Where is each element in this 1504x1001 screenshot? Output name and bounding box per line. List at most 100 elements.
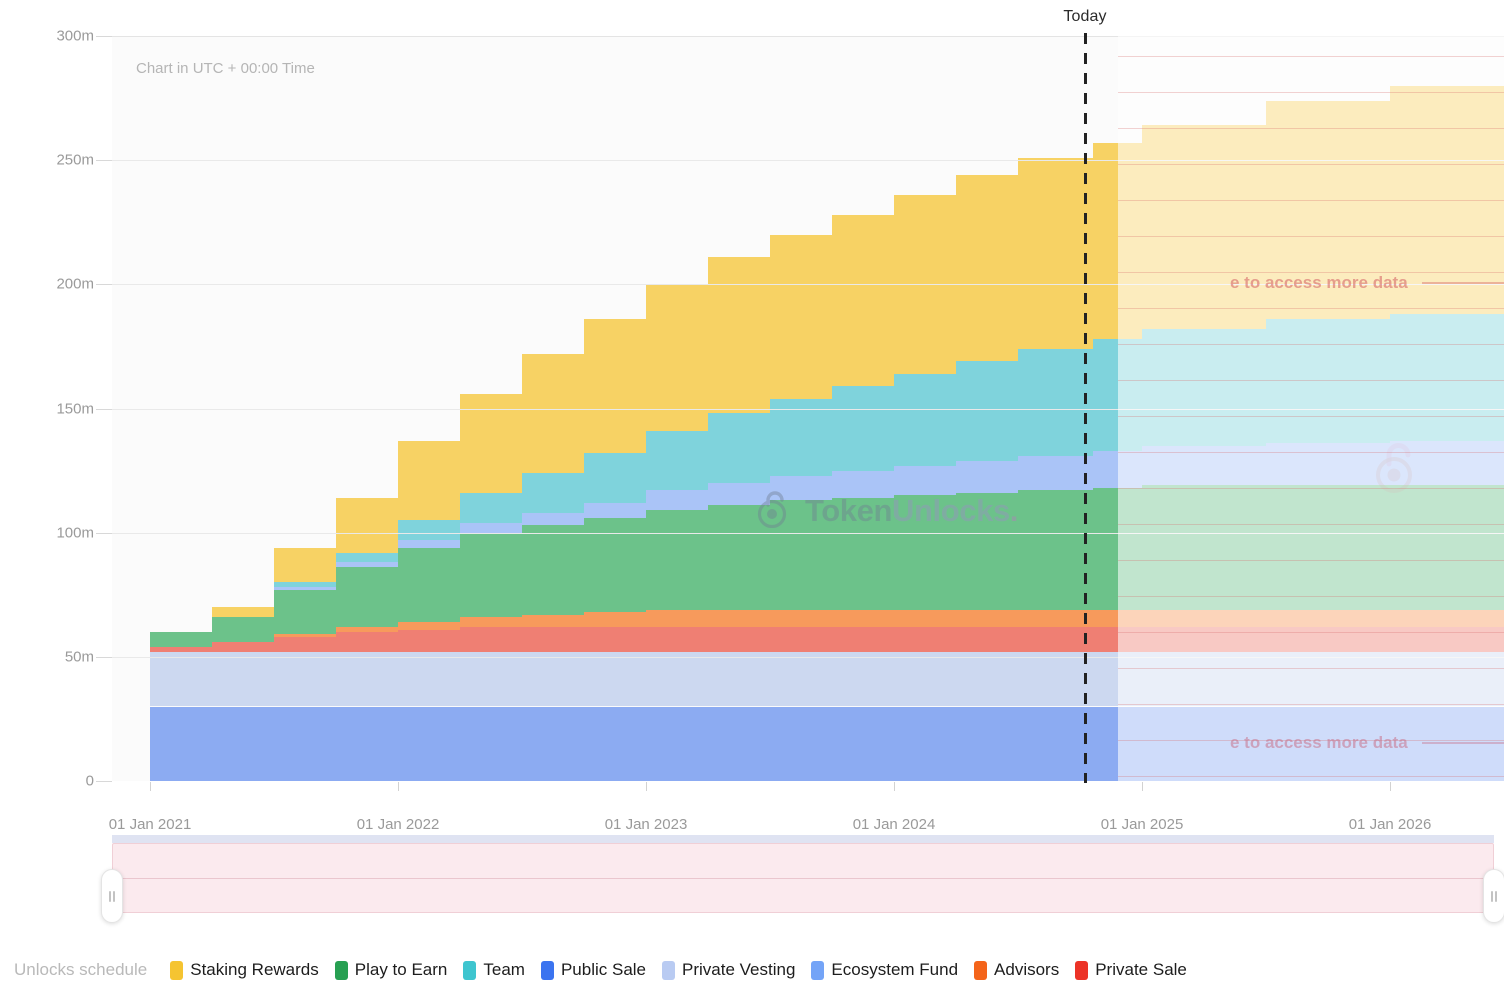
- x-axis-tick-mark: [398, 782, 399, 791]
- area-segment-public-sale: [1018, 706, 1093, 781]
- area-segment-private-vesting: [584, 651, 646, 707]
- area-segment-play-to-earn: [832, 497, 894, 610]
- area-segment-public-sale: [460, 706, 522, 781]
- area-segment-private-sale: [708, 627, 770, 652]
- y-axis-tick-mark: [96, 656, 112, 658]
- area-segment-staking-rewards: [398, 440, 460, 521]
- area-segment-private-vesting: [460, 651, 522, 707]
- y-axis-tick-mark: [96, 36, 112, 37]
- area-segment-play-to-earn: [956, 492, 1018, 610]
- area-segment-private-vesting: [336, 651, 398, 707]
- area-segment-team: [460, 492, 522, 523]
- area-segment-ecosystem-fund: [336, 562, 398, 568]
- paywall-stripe: [1118, 56, 1504, 57]
- area-segment-public-sale: [708, 706, 770, 781]
- area-segment-private-sale: [770, 627, 832, 652]
- area-segment-public-sale: [522, 706, 584, 781]
- area-segment-private-sale: [522, 627, 584, 652]
- area-segment-staking-rewards: [832, 214, 894, 387]
- area-segment-play-to-earn: [1018, 490, 1093, 610]
- area-segment-private-vesting: [212, 651, 274, 707]
- upsell-banner-upper[interactable]: e to access more data: [1230, 268, 1504, 297]
- area-segment-ecosystem-fund: [1018, 455, 1093, 491]
- area-segment-team: [336, 552, 398, 563]
- area-segment-advisors: [522, 614, 584, 628]
- legend-item-play-to-earn[interactable]: Play to Earn: [334, 960, 448, 980]
- chart-legend: Unlocks schedule Staking Rewards Play to …: [0, 960, 1504, 980]
- paywall-stripe: [1118, 380, 1504, 381]
- legend-item-private-vesting[interactable]: Private Vesting: [662, 960, 795, 980]
- legend-label: Public Sale: [560, 960, 647, 979]
- area-segment-ecosystem-fund: [894, 465, 956, 496]
- area-segment-private-vesting: [894, 651, 956, 707]
- area-segment-ecosystem-fund: [956, 460, 1018, 493]
- legend-item-ecosystem-fund[interactable]: Ecosystem Fund: [811, 960, 958, 980]
- range-drag-grip[interactable]: [792, 827, 814, 835]
- legend-item-private-sale[interactable]: Private Sale: [1075, 960, 1187, 980]
- area-segment-play-to-earn: [646, 510, 708, 610]
- area-segment-public-sale: [212, 706, 274, 781]
- area-segment-advisors: [956, 609, 1018, 628]
- upsell-rule-upper: [1421, 281, 1504, 284]
- area-segment-ecosystem-fund: [584, 502, 646, 518]
- area-segment-play-to-earn: [398, 547, 460, 623]
- upsell-banner-lower[interactable]: e to access more data: [1230, 728, 1504, 757]
- range-slider-top-bar[interactable]: [112, 827, 1494, 843]
- area-segment-private-vesting: [398, 651, 460, 707]
- area-segment-private-sale: [1018, 627, 1093, 652]
- legend-label: Play to Earn: [354, 960, 448, 979]
- legend-title: Unlocks schedule: [14, 960, 148, 979]
- area-segment-private-vesting: [522, 651, 584, 707]
- area-segment-advisors: [274, 634, 336, 637]
- area-segment-staking-rewards: [1018, 157, 1093, 349]
- legend-swatch: [811, 960, 825, 980]
- legend-swatch: [662, 960, 676, 980]
- legend-item-public-sale[interactable]: Public Sale: [540, 960, 647, 980]
- area-segment-public-sale: [832, 706, 894, 781]
- range-handle-right[interactable]: [1483, 869, 1504, 923]
- x-axis-tick-label: 01 Jan 2026: [1348, 816, 1432, 833]
- utc-time-note: Chart in UTC + 00:00 Time: [136, 60, 315, 77]
- area-segment-team: [770, 398, 832, 476]
- legend-item-team[interactable]: Team: [463, 960, 525, 980]
- area-segment-public-sale: [150, 706, 212, 781]
- legend-swatch: [1075, 960, 1089, 980]
- area-segment-play-to-earn: [150, 632, 212, 647]
- paywall-stripe: [1118, 488, 1504, 489]
- area-segment-play-to-earn: [770, 500, 832, 610]
- range-handle-left[interactable]: [101, 869, 123, 923]
- upsell-text-upper: e to access more data: [1230, 272, 1408, 292]
- paywall-stripe: [1118, 776, 1504, 777]
- paywall-stripe: [1118, 92, 1504, 93]
- legend-swatch: [334, 960, 348, 980]
- paywall-stripe: [1118, 236, 1504, 237]
- legend-swatch: [540, 960, 554, 980]
- locked-data-overlay[interactable]: e to access more data e to access more d…: [1118, 36, 1504, 781]
- area-segment-staking-rewards: [770, 234, 832, 399]
- area-segment-advisors: [832, 609, 894, 628]
- legend-label: Advisors: [994, 960, 1060, 979]
- area-segment-play-to-earn: [274, 589, 336, 635]
- legend-item-advisors[interactable]: Advisors: [974, 960, 1059, 980]
- chart-plot-area[interactable]: TokenUnlocks. e to access more data e to…: [112, 36, 1504, 781]
- area-segment-team: [522, 473, 584, 513]
- area-segment-advisors: [1018, 609, 1093, 628]
- legend-label: Private Vesting: [682, 960, 796, 979]
- area-segment-team: [894, 373, 956, 466]
- time-range-slider[interactable]: [101, 827, 1504, 923]
- area-segment-private-vesting: [274, 651, 336, 707]
- legend-swatch: [170, 960, 184, 980]
- x-axis-tick-mark: [646, 782, 647, 791]
- paywall-stripe: [1118, 164, 1504, 165]
- x-axis-tick-mark: [1390, 782, 1391, 791]
- area-segment-team: [1018, 348, 1093, 456]
- paywall-stripe: [1118, 596, 1504, 597]
- area-segment-public-sale: [894, 706, 956, 781]
- area-segment-public-sale: [770, 706, 832, 781]
- paywall-stripe: [1118, 560, 1504, 561]
- range-slider-track[interactable]: [112, 843, 1494, 913]
- area-segment-private-sale: [274, 636, 336, 652]
- area-segment-private-sale: [646, 627, 708, 652]
- legend-item-staking-rewards[interactable]: Staking Rewards: [170, 960, 319, 980]
- x-axis-tick-label: 01 Jan 2024: [852, 816, 936, 833]
